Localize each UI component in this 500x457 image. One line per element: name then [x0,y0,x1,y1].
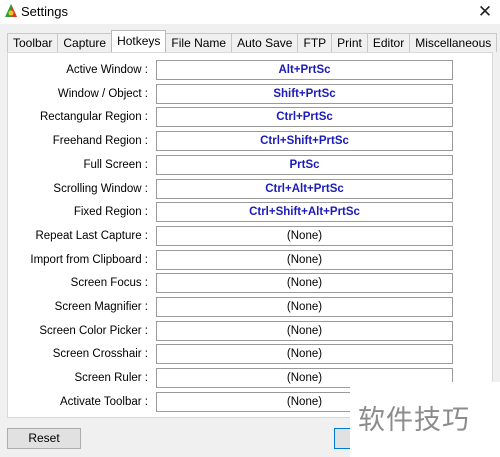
hotkey-field[interactable]: (None) [156,320,453,341]
hotkey-field[interactable]: Shift+PrtSc [156,83,453,104]
hotkey-field[interactable]: (None) [156,273,453,294]
hotkey-field[interactable]: (None) [156,297,453,317]
hotkey-field[interactable]: (None) [156,225,453,246]
hotkeys-panel: Active Window : Alt+PrtSc Window / Object … [7,52,493,418]
hotkey-label: Activate Toolbar : [59,395,148,408]
hotkey-row: Scrolling Window : Ctrl+Alt+PrtSc [8,178,488,201]
hotkey-label: Fixed Region : [73,206,148,219]
hotkey-label: Screen Ruler : [74,372,148,385]
hotkey-label: Freehand Region : [52,135,148,148]
hotkey-row: Repeat Last Capture : (None) [8,225,488,248]
hotkey-row: Freehand Region : Ctrl+Shift+PrtSc [8,131,488,153]
tab-toolbar[interactable]: Toolbar [7,33,59,52]
hotkey-field[interactable]: (None) [156,344,453,365]
hotkey-field[interactable]: Ctrl+PrtSc [156,107,453,128]
hotkey-row: Screen Color Picker : (None) [8,320,488,343]
tab-capture[interactable]: Capture [57,33,113,52]
hotkey-label: Screen Color Picker : [39,324,148,337]
hotkey-label: Screen Crosshair : [52,348,148,361]
hotkey-row: Fixed Region : Ctrl+Shift+Alt+PrtSc [8,202,488,224]
hotkey-label: Window / Object : [57,87,148,100]
tab-file-name[interactable]: File Name [165,33,233,52]
hotkey-field[interactable]: (None) [156,249,453,270]
hotkey-row: Rectangular Region : Ctrl+PrtSc [8,107,488,129]
tab-ftp[interactable]: FTP [297,33,333,52]
hotkey-row: Screen Focus : (None) [8,273,488,295]
tab-print[interactable]: Print [331,33,368,52]
hotkey-field[interactable]: PrtSc [156,154,453,175]
hotkey-label: Active Window : [66,64,148,76]
tab-editor[interactable]: Editor [366,33,411,52]
hotkey-row: Full Screen : PrtSc [8,154,488,177]
hotkey-field[interactable]: Ctrl+Shift+Alt+PrtSc [156,202,453,223]
hotkey-row: Screen Crosshair : (None) [8,344,488,366]
hotkey-row: Active Window : Alt+PrtSc [8,60,488,82]
tab-miscellaneous[interactable]: Miscellaneous [409,33,498,52]
hotkey-field[interactable]: Alt+PrtSc [156,60,453,80]
hotkey-label: Repeat Last Capture : [35,229,148,242]
watermark-text: 软件技巧 [358,405,470,436]
hotkey-row: Window / Object : Shift+PrtSc [8,83,488,106]
hotkey-label: Import from Clipboard : [30,253,148,266]
hotkey-row: Screen Magnifier : (None) [8,297,488,319]
window-title: Settings [21,4,68,19]
close-button[interactable]: ✕ [470,0,500,24]
close-icon[interactable]: ✕ [478,2,492,22]
hotkey-label: Screen Magnifier : [54,301,148,313]
title-bar: Settings ✕ [0,0,500,24]
tab-strip: Toolbar Capture Hotkeys File Name Auto Save F… [7,30,498,52]
hotkey-label: Rectangular Region : [39,111,148,124]
tab-auto-save[interactable]: Auto Save [231,33,299,52]
hotkey-field[interactable]: Ctrl+Shift+PrtSc [156,131,453,152]
hotkey-label: Scrolling Window : [53,182,148,195]
hotkey-label: Full Screen : [83,158,148,171]
tab-hotkeys[interactable]: Hotkeys [111,30,167,52]
reset-button[interactable]: Reset [7,428,81,449]
hotkey-field[interactable]: Ctrl+Alt+PrtSc [156,178,453,199]
settings-app-icon [3,3,19,19]
hotkey-label: Screen Focus : [70,277,148,290]
hotkey-row: Import from Clipboard : (None) [8,249,488,272]
